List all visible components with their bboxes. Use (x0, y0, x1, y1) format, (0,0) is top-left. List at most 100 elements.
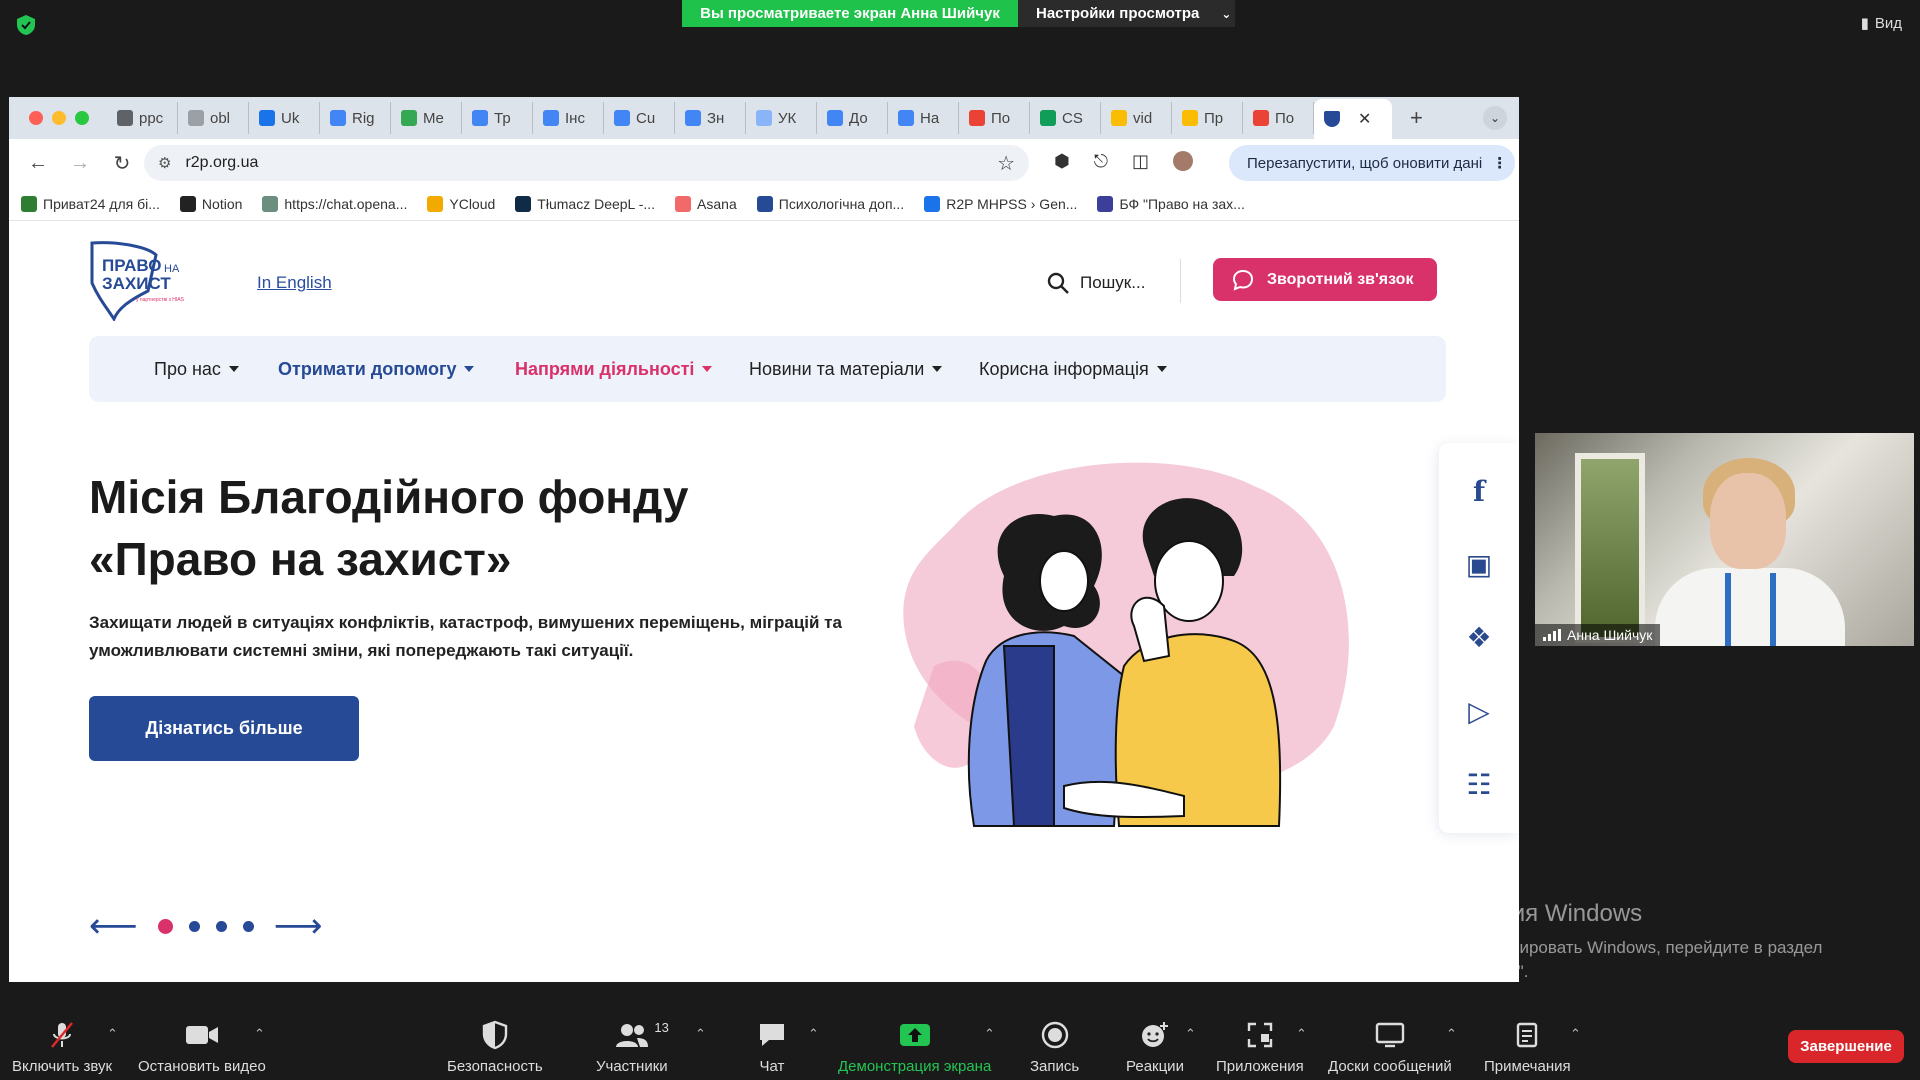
slider-dot[interactable] (242, 920, 254, 932)
bot-icon[interactable]: ☷ (1466, 768, 1491, 801)
extension-icon[interactable]: ⬢ (1054, 151, 1070, 172)
slider-prev-arrow-icon[interactable]: ⟵ (89, 909, 138, 943)
tab-search-chevron-icon[interactable]: ⌄ (1483, 106, 1507, 130)
twitter-icon[interactable]: ❖ (1466, 621, 1491, 654)
stop-video-button[interactable]: Остановить видео (138, 1018, 266, 1075)
view-settings-dropdown[interactable]: Настройки просмотра ⌄ (1018, 0, 1235, 27)
hero-title: Місія Благодійного фонду «Право на захис… (89, 466, 849, 590)
browser-tab[interactable]: Rig (320, 102, 391, 134)
browser-tab[interactable]: До (817, 102, 888, 134)
lanyard-left (1725, 573, 1731, 646)
record-button[interactable]: Запись (1030, 1018, 1079, 1075)
browser-tab[interactable]: ppc (107, 102, 178, 134)
puzzle-extensions-icon[interactable]: ⎋ (1094, 151, 1108, 172)
bookmark-star-icon[interactable]: ☆ (997, 151, 1015, 176)
video-options-caret-icon[interactable]: ⌃ (254, 1026, 265, 1042)
tab-label: vid (1133, 109, 1153, 127)
nav-item[interactable]: Корисна інформація (979, 359, 1167, 380)
view-button[interactable]: ▮ Вид (1861, 14, 1902, 33)
nav-item[interactable]: Напрями діяльності (515, 359, 713, 380)
notes-button[interactable]: Примечания (1484, 1018, 1571, 1075)
bookmark-item[interactable]: БФ "Право на зах... (1097, 195, 1245, 212)
nav-item[interactable]: Новини та матеріали (749, 359, 943, 380)
bookmark-item[interactable]: https://chat.opena... (262, 195, 407, 212)
browser-tab[interactable]: На (888, 102, 959, 134)
bookmark-item[interactable]: Asana (675, 195, 737, 212)
site-logo[interactable]: ПРАВО НА ЗАХИСТ у партнерстві з НІАS (88, 241, 198, 321)
whiteboards-button[interactable]: Доски сообщений (1328, 1018, 1452, 1075)
site-settings-icon[interactable]: ⚙ (158, 154, 171, 172)
tab-favicon-icon (543, 110, 559, 126)
tab-favicon-icon (827, 110, 843, 126)
new-tab-button[interactable]: + (1410, 105, 1423, 131)
whiteboards-caret-icon[interactable]: ⌃ (1446, 1026, 1457, 1042)
reload-icon[interactable]: ↻ (107, 151, 137, 176)
youtube-icon[interactable]: ▷ (1468, 695, 1490, 728)
participants-caret-icon[interactable]: ⌃ (695, 1026, 706, 1042)
apps-caret-icon[interactable]: ⌃ (1296, 1026, 1307, 1042)
security-button[interactable]: Безопасность (447, 1018, 543, 1075)
browser-tab[interactable]: obl (178, 102, 249, 134)
browser-tab[interactable]: Зн (675, 102, 746, 134)
share-screen-button[interactable]: Демонстрация экрана (838, 1018, 991, 1075)
close-tab-icon[interactable]: ✕ (1358, 109, 1371, 129)
tab-bar: ppc obl Uk Rig Me Тр Інс Cu Зн УК До На По CS vid Пр По … (9, 97, 1519, 139)
back-arrow-icon[interactable]: ← (23, 152, 53, 175)
audio-options-caret-icon[interactable]: ⌃ (107, 1026, 118, 1042)
browser-tab[interactable]: Пр (1172, 102, 1243, 134)
tab-favicon-icon (898, 110, 914, 126)
browser-tab[interactable]: По (959, 102, 1030, 134)
in-english-link[interactable]: In English (257, 273, 332, 293)
slider-dot[interactable] (157, 918, 173, 934)
browser-tab[interactable]: Тр (462, 102, 533, 134)
browser-tab[interactable]: CS (1030, 102, 1101, 134)
feedback-button[interactable]: Зворотний зв'язок (1213, 258, 1437, 301)
participant-video-tile[interactable]: Анна Шийчук (1535, 433, 1914, 646)
slider-next-arrow-icon[interactable]: ⟶ (274, 909, 323, 943)
chat-caret-icon[interactable]: ⌃ (808, 1026, 819, 1042)
encryption-shield-icon[interactable] (15, 14, 37, 36)
browser-tab[interactable]: vid (1101, 102, 1172, 134)
restart-update-button[interactable]: Перезапустити, щоб оновити дані ⋮ (1229, 145, 1515, 181)
address-bar[interactable]: ⚙ r2p.org.ua ☆ (144, 145, 1029, 181)
bookmark-item[interactable]: Психологічна доп... (756, 195, 904, 212)
active-tab[interactable]: ✕ (1314, 99, 1392, 139)
browser-tab[interactable]: Інс (533, 102, 604, 134)
chat-button[interactable]: Чат (757, 1018, 787, 1075)
apps-button[interactable]: Приложения (1216, 1018, 1304, 1075)
maximize-window-button[interactable] (75, 111, 89, 125)
profile-avatar-icon[interactable] (1172, 151, 1193, 171)
slider-dot[interactable] (188, 920, 200, 932)
bookmark-item[interactable]: YCloud (427, 195, 495, 212)
instagram-icon[interactable]: ▣ (1466, 548, 1492, 581)
end-meeting-button[interactable]: Завершение (1788, 1030, 1904, 1063)
browser-tab[interactable]: УК (746, 102, 817, 134)
bookmark-item[interactable]: R2P MHPSS › Gen... (924, 195, 1077, 212)
browser-tab[interactable]: Uk (249, 102, 320, 134)
facebook-icon[interactable]: f (1473, 475, 1485, 508)
participants-button[interactable]: 13 Участники (596, 1018, 669, 1075)
bookmark-item[interactable]: Notion (179, 195, 242, 212)
bookmark-item[interactable]: Приват24 для бі... (21, 195, 160, 212)
browser-tab[interactable]: Cu (604, 102, 675, 134)
minimize-window-button[interactable] (52, 111, 66, 125)
reactions-caret-icon[interactable]: ⌃ (1185, 1026, 1196, 1042)
close-window-button[interactable] (29, 111, 43, 125)
side-panel-icon[interactable]: ◫ (1132, 151, 1149, 172)
logo-text-1: ПРАВО (102, 256, 161, 275)
slider-dot[interactable] (215, 920, 227, 932)
reactions-button[interactable]: Реакции (1126, 1018, 1184, 1075)
share-options-caret-icon[interactable]: ⌃ (984, 1026, 995, 1042)
browser-tab[interactable]: По (1243, 102, 1314, 134)
browser-tab[interactable]: Me (391, 102, 462, 134)
site-search[interactable]: Пошук... (1046, 271, 1145, 295)
notes-caret-icon[interactable]: ⌃ (1570, 1026, 1581, 1042)
nav-item[interactable]: Отримати допомогу (278, 359, 475, 380)
learn-more-button[interactable]: Дізнатись більше (89, 696, 359, 761)
forward-arrow-icon[interactable]: → (65, 152, 95, 175)
unmute-button[interactable]: Включить звук (12, 1018, 112, 1075)
bookmark-item[interactable]: Tłumacz DeepL -... (515, 195, 655, 212)
kebab-menu-icon[interactable]: ⋮ (1492, 154, 1507, 172)
nav-item[interactable]: Про нас (154, 359, 239, 380)
extension-icons: ⬢ ⎋ ◫ (1054, 151, 1193, 172)
